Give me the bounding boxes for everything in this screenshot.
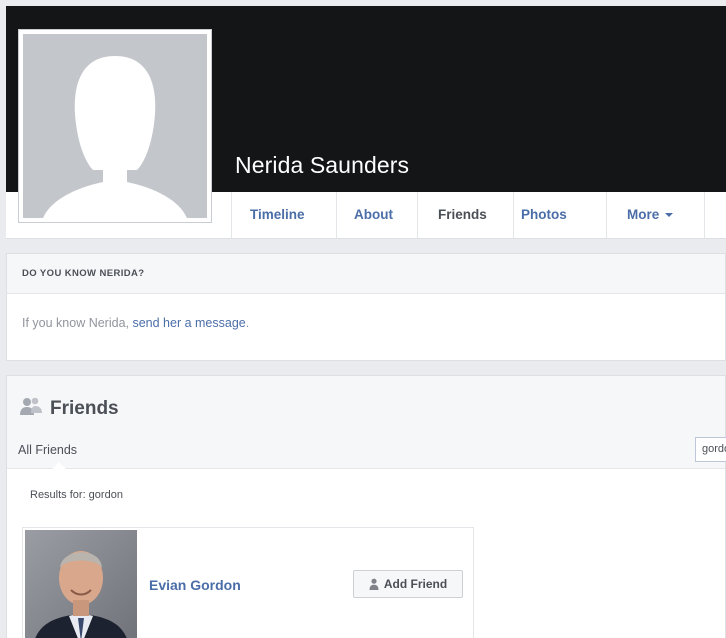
add-friend-button[interactable]: Add Friend xyxy=(353,570,463,598)
tab-more[interactable]: More xyxy=(627,192,674,238)
tab-divider xyxy=(704,192,705,238)
send-message-link[interactable]: send her a message xyxy=(132,316,245,330)
friends-title-text: Friends xyxy=(50,397,119,419)
add-person-icon xyxy=(369,578,380,590)
friends-section-header: Friends All Friends gordon xyxy=(7,376,726,469)
tab-pointer xyxy=(52,462,66,469)
friends-search-input[interactable]: gordon xyxy=(695,437,726,462)
all-friends-tab[interactable]: All Friends xyxy=(18,443,77,457)
add-friend-label: Add Friend xyxy=(383,577,448,591)
know-card-header: DO YOU KNOW NERIDA? xyxy=(7,254,725,294)
know-card-text: If you know Nerida, xyxy=(22,316,133,330)
profile-picture[interactable] xyxy=(18,29,212,223)
tab-more-label: More xyxy=(627,207,660,222)
friend-name-link[interactable]: Evian Gordon xyxy=(149,577,241,593)
tab-divider xyxy=(606,192,607,238)
tab-timeline[interactable]: Timeline xyxy=(250,192,305,238)
friends-icon xyxy=(20,397,42,420)
tab-photos-label: Photos xyxy=(521,207,567,222)
know-person-card: DO YOU KNOW NERIDA? If you know Nerida, … xyxy=(6,253,726,361)
profile-name[interactable]: Nerida Saunders xyxy=(235,152,409,179)
profile-page: Nerida Saunders Timeline About Friends P… xyxy=(0,0,726,638)
know-card-body: If you know Nerida, send her a message. xyxy=(7,294,725,330)
friend-result-card: Evian Gordon Add Friend xyxy=(22,527,474,638)
tab-divider xyxy=(417,192,418,238)
friends-section-title[interactable]: Friends xyxy=(20,397,119,420)
tab-photos[interactable]: Photos xyxy=(521,192,567,238)
know-card-text-end: . xyxy=(245,316,250,330)
chevron-down-icon xyxy=(665,213,674,218)
friend-avatar[interactable] xyxy=(25,530,137,638)
tab-divider xyxy=(513,192,514,238)
tab-divider xyxy=(336,192,337,238)
results-label: Results for: gordon xyxy=(30,489,123,501)
default-avatar-silhouette-icon xyxy=(23,34,207,218)
tab-divider xyxy=(231,192,232,238)
tab-about[interactable]: About xyxy=(354,192,393,238)
friends-section: Friends All Friends gordon Results for: … xyxy=(6,375,726,638)
tab-friends[interactable]: Friends xyxy=(438,192,487,238)
